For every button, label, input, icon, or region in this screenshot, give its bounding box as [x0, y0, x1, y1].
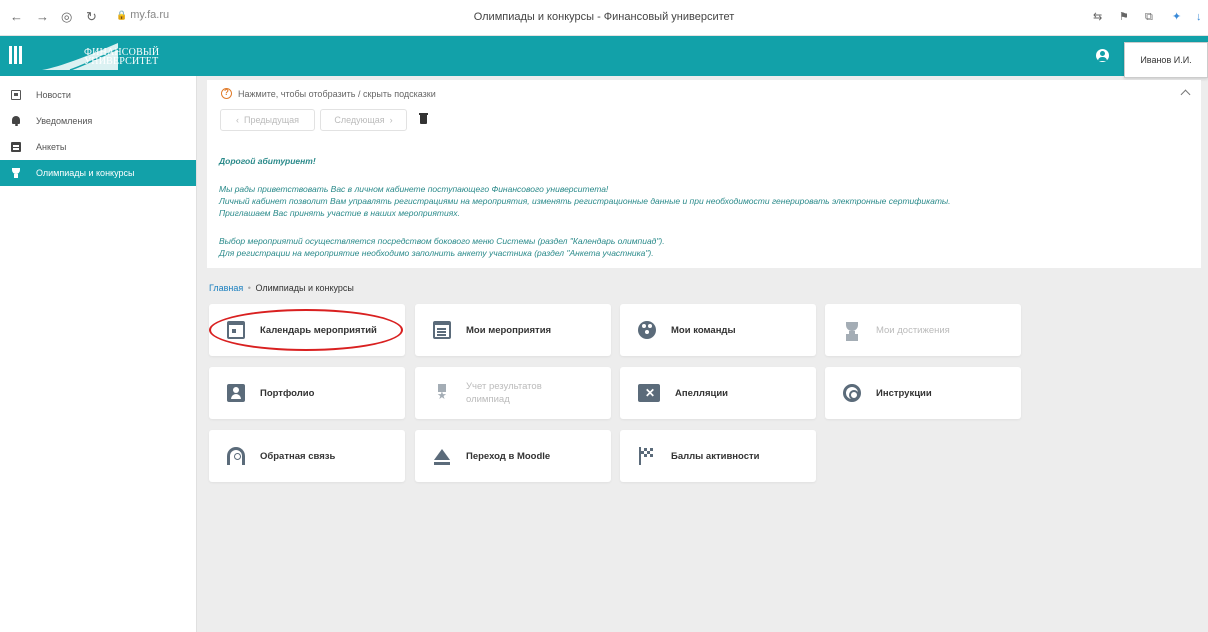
download-icon[interactable]: ↓	[1196, 9, 1202, 25]
sidebar-item-notifications[interactable]: Уведомления	[0, 108, 196, 134]
bell-icon	[11, 116, 21, 126]
sidebar: Новости Уведомления Анкеты Олимпиады и к…	[0, 76, 197, 632]
prev-hint-button[interactable]: ‹ Предыдущая	[220, 109, 315, 131]
card-label: Портфолио	[260, 387, 315, 399]
logo-text: ФИНАНСОВЫЙ УНИВЕРСИТЕТ	[84, 48, 159, 67]
card-my-achievements: Мои достижения	[825, 304, 1021, 356]
eject-icon	[433, 447, 451, 465]
trophy-icon	[11, 168, 21, 178]
card-events-calendar[interactable]: Календарь мероприятий	[209, 304, 405, 356]
card-appeals[interactable]: Апелляции	[620, 367, 816, 419]
hints-panel: ? Нажмите, чтобы отобразить / скрыть под…	[207, 80, 1201, 268]
trophy-icon	[843, 321, 861, 339]
hint-line: Приглашаем Вас принять участие в наших м…	[219, 208, 460, 218]
card-activity-points[interactable]: Баллы активности	[620, 430, 816, 482]
lifebuoy-icon	[843, 384, 861, 402]
hint-line: Личный кабинет позволит Вам управлять ре…	[219, 196, 951, 206]
card-label: Мои достижения	[876, 324, 950, 336]
team-icon	[638, 321, 656, 339]
breadcrumb-home-link[interactable]: Главная	[209, 283, 243, 293]
next-hint-button[interactable]: Следующая ›	[320, 109, 407, 131]
sidebar-item-label: Олимпиады и конкурсы	[36, 168, 135, 178]
card-label: Календарь мероприятий	[260, 324, 377, 336]
menu-toggle-icon[interactable]	[9, 46, 23, 64]
user-name-dropdown[interactable]: Иванов И.И.	[1124, 42, 1208, 78]
hint-line: Мы рады приветствовать Вас в личном каби…	[219, 184, 609, 194]
extension-icon[interactable]: ✦	[1172, 9, 1181, 25]
hint-line: Выбор мероприятий осуществляется посредс…	[219, 236, 665, 246]
breadcrumb-current: Олимпиады и конкурсы	[255, 283, 354, 293]
form-icon	[11, 142, 21, 152]
checkered-flag-icon	[638, 447, 656, 465]
hints-toggle[interactable]: Нажмите, чтобы отобразить / скрыть подск…	[238, 89, 436, 99]
feedback-icon	[227, 447, 245, 465]
breadcrumb-separator: •	[247, 283, 251, 293]
card-label: Апелляции	[675, 387, 729, 399]
card-label: Обратная связь	[260, 450, 336, 462]
sidebar-item-news[interactable]: Новости	[0, 82, 196, 108]
document-icon	[433, 321, 451, 339]
sidebar-item-label: Уведомления	[36, 116, 93, 126]
card-label: Мои мероприятия	[466, 324, 552, 336]
close-box-icon	[638, 384, 660, 402]
next-hint-label: Следующая	[334, 115, 385, 125]
card-moodle[interactable]: Переход в Moodle	[415, 430, 611, 482]
sidebar-item-olympiads[interactable]: Олимпиады и конкурсы	[0, 160, 196, 186]
question-icon[interactable]: ?	[221, 88, 232, 99]
card-olympiad-results: Учет результатов олимпиад	[415, 367, 611, 419]
card-label: Переход в Moodle	[466, 450, 551, 462]
prev-hint-label: Предыдущая	[243, 115, 300, 125]
newspaper-icon	[11, 90, 21, 100]
translate-icon[interactable]: ⇆	[1093, 9, 1102, 25]
sidebar-item-label: Новости	[36, 90, 71, 100]
bookmark-icon[interactable]: ⚑	[1119, 9, 1129, 25]
app-header: ФИНАНСОВЫЙ УНИВЕРСИТЕТ	[0, 36, 1208, 76]
hint-greeting: Дорогой абитуриент!	[219, 156, 316, 166]
card-label: Инструкции	[876, 387, 932, 399]
sidebar-item-label: Анкеты	[36, 142, 67, 152]
card-my-events[interactable]: Мои мероприятия	[415, 304, 611, 356]
medal-icon	[433, 384, 451, 402]
card-feedback[interactable]: Обратная связь	[209, 430, 405, 482]
sidebar-item-forms[interactable]: Анкеты	[0, 134, 196, 160]
user-account-icon[interactable]	[1096, 49, 1109, 62]
logo-line2: УНИВЕРСИТЕТ	[84, 56, 159, 67]
breadcrumb: Главная • Олимпиады и конкурсы	[209, 283, 354, 293]
calendar-icon	[227, 321, 245, 339]
browser-page-title: Олимпиады и конкурсы - Финансовый универ…	[473, 11, 735, 23]
card-label: Баллы активности	[671, 450, 760, 462]
chevron-up-icon[interactable]	[1180, 89, 1191, 100]
card-instructions[interactable]: Инструкции	[825, 367, 1021, 419]
trash-icon[interactable]	[419, 113, 428, 124]
user-name: Иванов И.И.	[1140, 55, 1192, 65]
browser-toolbar: ← → ◎ ↻ 🔒 my.fa.ru Олимпиады и конкурсы -…	[0, 0, 1208, 36]
portfolio-icon	[227, 384, 245, 402]
hint-line: Для регистрации на мероприятие необходим…	[219, 248, 654, 258]
card-portfolio[interactable]: Портфолио	[209, 367, 405, 419]
card-label: Учет результатов олимпиад	[466, 381, 542, 405]
share-icon[interactable]: ⧉	[1145, 9, 1153, 25]
card-my-teams[interactable]: Мои команды	[620, 304, 816, 356]
card-label: Мои команды	[671, 324, 736, 336]
